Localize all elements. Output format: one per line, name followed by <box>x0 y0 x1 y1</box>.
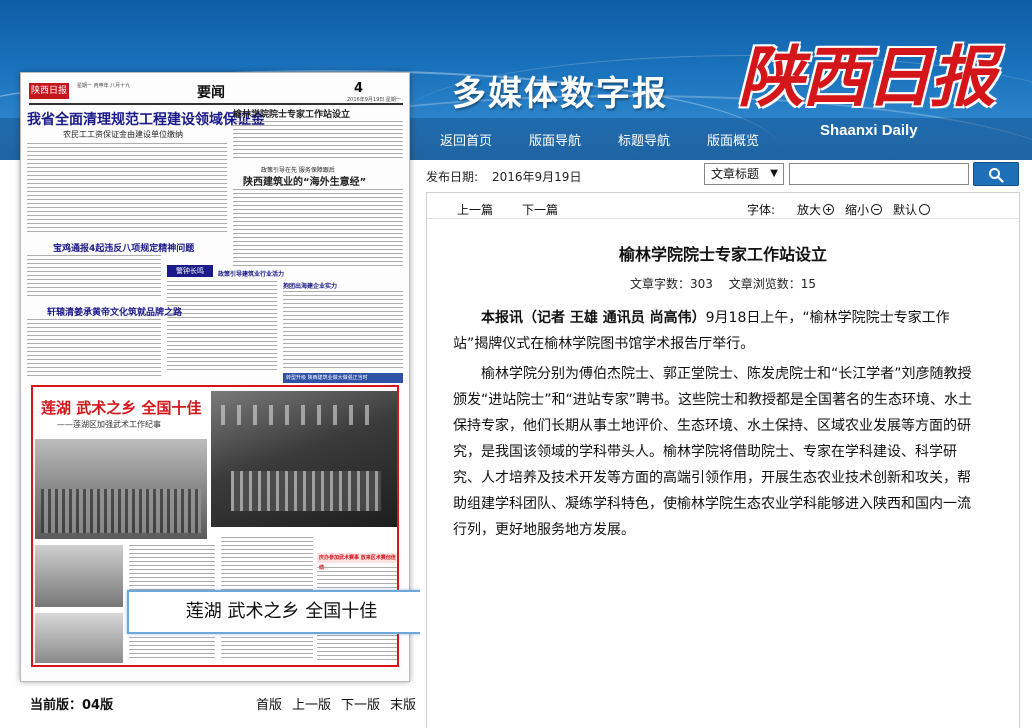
publish-date-label: 发布日期: <box>426 170 479 184</box>
prev-article-link[interactable]: 上一篇 <box>457 201 493 218</box>
font-larger-label: 放大 <box>797 203 822 217</box>
paper-column-banner: 警钟长鸣 <box>167 265 213 277</box>
paper-text-block <box>233 189 403 269</box>
dropdown-arrow-icon: ▼ <box>770 168 778 179</box>
paper-text-block <box>233 121 403 161</box>
feature-red-subhead: 庆办参加武术赛事 放来区术赛创佳绩 <box>317 553 397 571</box>
nav-home-link[interactable]: 返回首页 <box>440 130 492 149</box>
font-larger-button[interactable]: 放大 <box>797 201 835 218</box>
article-panel: 发布日期: 2016年9月19日 文章标题 ▼ 上一篇 下一篇 字体: 放大 缩… <box>420 160 1032 728</box>
paper-masthead: 陕西日报 星期一 丙申年 八月十九 要闻 4 2016年9月19日 星期一 <box>29 79 403 105</box>
font-default-button[interactable]: 默认 <box>893 201 931 218</box>
article-paragraph: 榆林学院分别为傅伯杰院士、郭正堂院士、陈发虎院士和“长江学者”刘彦随教授颁发“进… <box>453 366 973 538</box>
tooltip-title: 莲湖 武术之乡 全国十佳 <box>185 601 378 622</box>
paper-logo: 陕西日报 <box>29 83 69 99</box>
paper-article-subheadline: 农民工工资保证金由建设单位缴纳 <box>63 130 183 139</box>
paper-article-headline[interactable]: 宝鸡通报4起违反八项规定精神问题 <box>53 241 194 254</box>
next-article-link[interactable]: 下一篇 <box>522 201 558 218</box>
nav-page-navigation-link[interactable]: 版面导航 <box>529 130 581 149</box>
publish-date-value[interactable]: 2016年9月19日 <box>492 168 581 185</box>
paper-date: 2016年9月19日 星期一 <box>347 97 401 103</box>
logo-chinese: 陕西日报 <box>738 38 996 116</box>
logo-english: Shaanxi Daily <box>820 122 918 139</box>
zoom-out-icon <box>871 204 883 215</box>
feature-photo-crowd <box>35 439 207 539</box>
feature-photo-stage <box>211 391 397 527</box>
font-smaller-label: 缩小 <box>845 203 870 217</box>
article-title: 榆林学院院士专家工作站设立 <box>618 245 827 264</box>
first-page-link[interactable]: 首版 <box>256 694 282 713</box>
article-container: 上一篇 下一篇 字体: 放大 缩小 默认 榆林学院院士专家工作站设立 文章字数：… <box>426 192 1020 728</box>
search-field-select[interactable]: 文章标题 ▼ <box>704 163 784 185</box>
article-paragraph: 本报讯（记者 王雄 通讯员 尚高伟）9月18日上午，“榆林学院院士专家工作站”揭… <box>453 305 977 357</box>
paper-text-block <box>27 143 227 233</box>
article-meta: 文章字数：303 文章浏览数：15 <box>427 275 1019 292</box>
paper-section-name: 要闻 <box>197 85 225 101</box>
newspaper-logo: 陕西日报 Shaanxi Daily <box>738 24 1018 144</box>
zoom-in-icon <box>823 204 835 215</box>
feature-photo-small <box>35 613 123 663</box>
site-title: 多媒体数字报 <box>452 74 668 114</box>
font-size-label: 字体: <box>747 203 776 217</box>
last-page-link[interactable]: 末版 <box>390 694 416 713</box>
nav-title-navigation-link[interactable]: 标题导航 <box>618 130 670 149</box>
paper-article-headline[interactable]: 我省全面清理规范工程建设领域保证金 <box>27 109 265 129</box>
paper-text-block <box>283 291 403 371</box>
feature-photo-small <box>35 545 123 607</box>
paper-subhead: 政策引导建筑业行业活力 <box>218 271 285 278</box>
current-page-label: 当前版：04版 <box>30 698 114 713</box>
nav-page-overview-link[interactable]: 版面概览 <box>707 130 759 149</box>
article-view-count: 文章浏览数：15 <box>728 277 816 291</box>
search-icon <box>989 168 1004 183</box>
article-byline: 本报讯（记者 王雄 通讯员 尚高伟） <box>481 310 706 326</box>
article-toolbar: 上一篇 下一篇 字体: 放大 缩小 默认 <box>427 193 1019 219</box>
paper-text-block <box>167 281 277 371</box>
paper-page-number: 4 <box>354 81 364 96</box>
paper-banner-strip: 转型升级 陕西建筑业做大做强正当时 <box>283 373 403 383</box>
paper-text-block <box>27 319 161 379</box>
search-field-select-value: 文章标题 <box>711 167 760 181</box>
paper-article-headline[interactable]: 轩辕清姜承黄帝文化筑就品牌之路 <box>47 305 182 318</box>
feature-headline: 莲湖 武术之乡 全国十佳 <box>41 399 202 417</box>
next-page-link[interactable]: 下一版 <box>341 694 380 713</box>
paper-article-headline[interactable]: 榆林学院院士专家工作站设立 <box>233 107 350 120</box>
font-smaller-button[interactable]: 缩小 <box>845 201 883 218</box>
page-pager: 首版 上一版 下一版 末版 <box>256 694 426 713</box>
paper-subhead: 抱团出海建企业实力 <box>283 283 338 290</box>
search-input[interactable] <box>789 163 969 185</box>
feature-subtitle: ——莲湖区加强武术工作纪事 <box>57 420 161 429</box>
search-button[interactable] <box>973 162 1019 186</box>
paper-article-headline[interactable]: 陕西建筑业的“海外生意经” <box>243 173 366 188</box>
font-default-label: 默认 <box>893 203 918 217</box>
reset-circle-icon <box>919 204 931 215</box>
paper-text-block <box>27 255 161 299</box>
prev-page-link[interactable]: 上一版 <box>292 694 331 713</box>
paper-masthead-info: 星期一 丙申年 八月十九 <box>77 83 131 89</box>
top-navigation: 返回首页 版面导航 标题导航 版面概览 <box>440 130 796 149</box>
article-word-count: 文章字数：303 <box>629 277 713 291</box>
article-body: 本报讯（记者 王雄 通讯员 尚高伟）9月18日上午，“榆林学院院士专家工作站”揭… <box>453 305 977 547</box>
article-hover-tooltip[interactable]: 莲湖 武术之乡 全国十佳 <box>127 590 436 634</box>
